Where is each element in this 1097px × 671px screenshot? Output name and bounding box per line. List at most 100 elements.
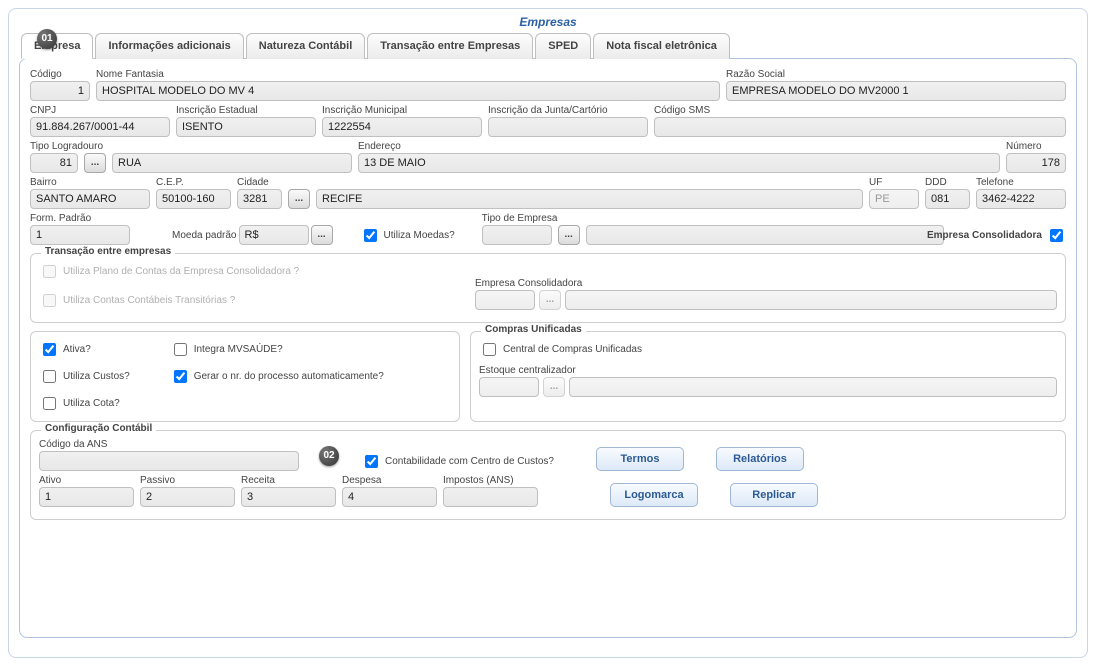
input-endereco[interactable] — [358, 153, 1000, 173]
input-cnpj[interactable] — [30, 117, 170, 137]
input-cep[interactable] — [156, 189, 231, 209]
lookup-tipo-log[interactable]: ... — [84, 153, 106, 173]
input-insc-mun[interactable] — [322, 117, 482, 137]
input-telefone[interactable] — [976, 189, 1066, 209]
badge-01: 01 — [37, 29, 57, 49]
lbl-uf: UF — [869, 177, 919, 188]
lbl-despesa: Despesa — [342, 475, 437, 486]
lbl-tipo-log: Tipo Logradouro — [30, 141, 78, 152]
input-despesa[interactable] — [342, 487, 437, 507]
tab-bar: Empresa Informações adicionais Natureza … — [21, 33, 1077, 59]
lookup-estoque: ... — [543, 377, 565, 397]
input-moeda-padrao[interactable] — [239, 225, 309, 245]
tab-natureza-contabil[interactable]: Natureza Contábil — [246, 33, 366, 59]
input-receita[interactable] — [241, 487, 336, 507]
tab-nfe[interactable]: Nota fiscal eletrônica — [593, 33, 730, 59]
input-razao-social[interactable] — [726, 81, 1066, 101]
fieldset-config-contabil: Configuração Contábil 02 Código da ANS C… — [30, 430, 1066, 520]
legend-transacao: Transação entre empresas — [41, 246, 175, 257]
lbl-estoque: Estoque centralizador — [479, 365, 1057, 376]
input-form-padrao[interactable] — [30, 225, 130, 245]
input-estoque-desc — [569, 377, 1057, 397]
input-uf — [869, 189, 919, 209]
tab-transacao-empresas[interactable]: Transação entre Empresas — [367, 33, 533, 59]
lbl-bairro: Bairro — [30, 177, 150, 188]
input-cod-sms[interactable] — [654, 117, 1066, 137]
lbl-razao-social: Razão Social — [726, 69, 1066, 80]
chk-cota[interactable]: Utiliza Cota? — [39, 394, 130, 413]
input-ddd[interactable] — [925, 189, 970, 209]
lbl-cep: C.E.P. — [156, 177, 231, 188]
input-bairro[interactable] — [30, 189, 150, 209]
input-tipo-log-desc[interactable] — [112, 153, 352, 173]
chk-utiliza-moedas[interactable]: Utiliza Moedas? — [360, 226, 455, 245]
chk-ativa[interactable]: Ativa? — [39, 340, 130, 359]
chk-integra-input[interactable] — [174, 343, 187, 356]
lbl-emp-consol: Empresa Consolidadora — [475, 278, 1057, 289]
chk-integra[interactable]: Integra MVSAÚDE? — [170, 340, 384, 359]
lbl-telefone: Telefone — [976, 177, 1066, 188]
legend-compras: Compras Unificadas — [481, 324, 586, 335]
lbl-numero: Número — [1006, 141, 1066, 152]
input-insc-est[interactable] — [176, 117, 316, 137]
lbl-cod-sms: Código SMS — [654, 105, 1066, 116]
chk-contab-centro-custos-input[interactable] — [365, 455, 378, 468]
chk-empresa-consolidadora[interactable] — [1050, 229, 1063, 242]
tab-empresa[interactable]: Empresa — [21, 33, 93, 59]
fieldset-transacao: Transação entre empresas Utiliza Plano d… — [30, 253, 1066, 323]
lbl-nome-fantasia: Nome Fantasia — [96, 69, 720, 80]
panel-empresa: Código Nome Fantasia Razão Social CNPJ I… — [19, 58, 1077, 638]
input-impostos[interactable] — [443, 487, 538, 507]
lbl-insc-mun: Inscrição Municipal — [322, 105, 482, 116]
chk-ativa-input[interactable] — [43, 343, 56, 356]
btn-relatorios[interactable]: Relatórios — [716, 447, 804, 471]
lookup-emp-consol: ... — [539, 290, 561, 310]
input-tipo-empresa-desc[interactable] — [586, 225, 944, 245]
chk-gerar-nr[interactable]: Gerar o nr. do processo automaticamente? — [170, 367, 384, 386]
chk-contab-centro-custos[interactable]: Contabilidade com Centro de Custos? — [361, 452, 554, 471]
lbl-insc-est: Inscrição Estadual — [176, 105, 316, 116]
fieldset-flags: Ativa? Utiliza Custos? Utiliza Cota? — [30, 331, 460, 422]
input-passivo[interactable] — [140, 487, 235, 507]
chk-central-compras-input[interactable] — [483, 343, 496, 356]
chk-custos[interactable]: Utiliza Custos? — [39, 367, 130, 386]
input-nome-fantasia[interactable] — [96, 81, 720, 101]
lbl-insc-junta: Inscrição da Junta/Cartório — [488, 105, 648, 116]
legend-config: Configuração Contábil — [41, 423, 156, 434]
lbl-impostos: Impostos (ANS) — [443, 475, 538, 486]
input-cod-ans[interactable] — [39, 451, 299, 471]
chk-gerar-nr-input[interactable] — [174, 370, 187, 383]
input-cidade-cod[interactable] — [237, 189, 282, 209]
lbl-receita: Receita — [241, 475, 336, 486]
input-tipo-log-cod[interactable] — [30, 153, 78, 173]
chk-custos-input[interactable] — [43, 370, 56, 383]
lbl-cnpj: CNPJ — [30, 105, 170, 116]
btn-logomarca[interactable]: Logomarca — [610, 483, 698, 507]
input-codigo[interactable] — [30, 81, 90, 101]
chk-utiliza-moedas-input[interactable] — [364, 229, 377, 242]
btn-replicar[interactable]: Replicar — [730, 483, 818, 507]
lbl-moeda-padrao: Moeda padrão — [172, 230, 237, 241]
chk-contas-transitorias: Utiliza Contas Contábeis Transitórias ? — [39, 291, 469, 310]
input-tipo-empresa-cod[interactable] — [482, 225, 552, 245]
input-insc-junta[interactable] — [488, 117, 648, 137]
chk-central-compras[interactable]: Central de Compras Unificadas — [479, 340, 1057, 359]
tab-sped[interactable]: SPED — [535, 33, 591, 59]
tab-info-adicionais[interactable]: Informações adicionais — [95, 33, 243, 59]
window-title: Empresas — [19, 15, 1077, 29]
lookup-tipo-empresa[interactable]: ... — [558, 225, 580, 245]
input-ativo[interactable] — [39, 487, 134, 507]
input-estoque-cod — [479, 377, 539, 397]
lookup-cidade[interactable]: ... — [288, 189, 310, 209]
input-numero[interactable] — [1006, 153, 1066, 173]
chk-cota-input[interactable] — [43, 397, 56, 410]
lbl-cidade: Cidade — [237, 177, 282, 188]
lbl-tipo-empresa: Tipo de Empresa — [482, 213, 552, 224]
window: 01 Empresas Empresa Informações adiciona… — [8, 8, 1088, 658]
lookup-moeda[interactable]: ... — [311, 225, 333, 245]
input-cidade-desc[interactable] — [316, 189, 863, 209]
lbl-ddd: DDD — [925, 177, 970, 188]
input-emp-consol-desc — [565, 290, 1057, 310]
badge-02: 02 — [319, 446, 339, 466]
btn-termos[interactable]: Termos — [596, 447, 684, 471]
